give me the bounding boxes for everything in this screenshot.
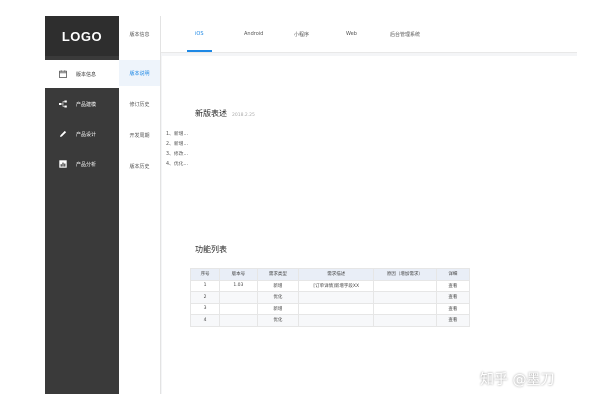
table-cell [298, 291, 375, 304]
table-row: 4 优化 查看 [189, 314, 471, 327]
subnav-item-revision-history[interactable]: 修订历史 [119, 91, 160, 117]
subnav-item-version-history[interactable]: 版本历史 [119, 153, 160, 179]
sidebar-item-version-info[interactable]: 版本信息 [45, 60, 119, 88]
column-header: 需求描述 [298, 268, 375, 281]
table-cell: 优化 [256, 314, 300, 327]
sidebar-item-product-modeling[interactable]: 产品建模 [45, 90, 119, 118]
table-cell [219, 314, 258, 327]
table-row: 3 新增 查看 [189, 302, 471, 315]
subnav-header: 版本信息 [129, 31, 150, 38]
release-notes-heading: 新版表述 2018.2.25 [195, 108, 255, 119]
list-item: 4、优化... [166, 162, 189, 167]
table-cell: 4 [189, 314, 221, 327]
table-header-row: 序号 版本号 需求类型 需求描述 原因（增加需求） 详细 [189, 268, 471, 281]
table-cell [219, 291, 258, 304]
table-cell [373, 302, 437, 315]
list-item: 1、新增... [166, 132, 189, 137]
column-header: 原因（增加需求） [373, 268, 437, 281]
feature-table: 序号 版本号 需求类型 需求描述 原因（增加需求） 详细 1 1.03 新增 [… [189, 268, 471, 327]
sidebar-item-label: 产品分析 [76, 161, 97, 168]
release-notes-title: 新版表述 [195, 109, 227, 118]
tab-admin-system[interactable]: 后台管理系统 [390, 16, 420, 52]
table-row: 2 优化 查看 [189, 291, 471, 304]
table-cell: 3 [189, 302, 221, 315]
sidebar-item-label: 版本信息 [76, 71, 97, 78]
table-cell: 新增 [256, 302, 300, 315]
sidebar-item-label: 产品建模 [76, 101, 97, 108]
table-cell: 新增 [256, 279, 300, 292]
list-item: 3、修改... [166, 152, 189, 157]
table-cell [373, 279, 437, 292]
table-cell: 1 [189, 279, 221, 292]
hierarchy-icon [59, 100, 67, 108]
watermark: 知乎 @墨刀 [480, 372, 555, 388]
table-cell [373, 291, 437, 304]
tab-ios[interactable]: iOS [187, 16, 212, 52]
list-item: 2、新增... [166, 142, 189, 147]
view-link[interactable]: 查看 [435, 302, 471, 315]
platform-tabs: iOS Android 小程序 Web 后台管理系统 [161, 16, 577, 53]
view-link[interactable]: 查看 [435, 314, 471, 327]
tab-label: iOS [195, 31, 204, 37]
sidebar: LOGO 版本信息 产品建模 产品设计 产品分析 [45, 16, 119, 394]
subnav-item-release-notes[interactable]: 版本说明 [119, 60, 160, 86]
chart-icon [59, 160, 67, 168]
calendar-icon [59, 70, 67, 78]
column-header: 序号 [189, 268, 221, 281]
column-header: 版本号 [219, 268, 258, 281]
sub-navigation: 版本信息 版本说明 修订历史 开发周期 版本历史 [119, 16, 161, 394]
logo: LOGO [45, 16, 119, 56]
content-panel [162, 56, 577, 394]
sidebar-item-product-analysis[interactable]: 产品分析 [45, 150, 119, 178]
tab-mini-program[interactable]: 小程序 [294, 16, 309, 52]
sidebar-item-label: 产品设计 [76, 131, 97, 138]
table-cell: 2 [189, 291, 221, 304]
release-date: 2018.2.25 [232, 113, 255, 118]
tab-web[interactable]: Web [346, 16, 357, 52]
table-cell [373, 314, 437, 327]
view-link[interactable]: 查看 [435, 291, 471, 304]
feature-list-title: 功能列表 [195, 245, 227, 254]
app-window: LOGO 版本信息 产品建模 产品设计 产品分析 版本信息 版本说明 修订历史 … [45, 16, 577, 394]
pencil-icon [59, 130, 67, 138]
sidebar-item-product-design[interactable]: 产品设计 [45, 120, 119, 148]
subnav-item-dev-cycle[interactable]: 开发周期 [119, 122, 160, 148]
column-header: 需求类型 [256, 268, 300, 281]
table-cell: [订单详情]新增字段XX [298, 279, 375, 292]
active-tab-indicator [187, 50, 212, 52]
view-link[interactable]: 查看 [435, 279, 471, 292]
table-cell [298, 302, 375, 315]
table-cell: 优化 [256, 291, 300, 304]
column-header: 详细 [435, 268, 471, 281]
release-notes-list: 1、新增... 2、新增... 3、修改... 4、优化... [166, 130, 188, 170]
table-cell [219, 302, 258, 315]
table-cell: 1.03 [219, 279, 258, 292]
table-cell [298, 314, 375, 327]
tab-android[interactable]: Android [244, 16, 263, 52]
table-row: 1 1.03 新增 [订单详情]新增字段XX 查看 [189, 279, 471, 292]
